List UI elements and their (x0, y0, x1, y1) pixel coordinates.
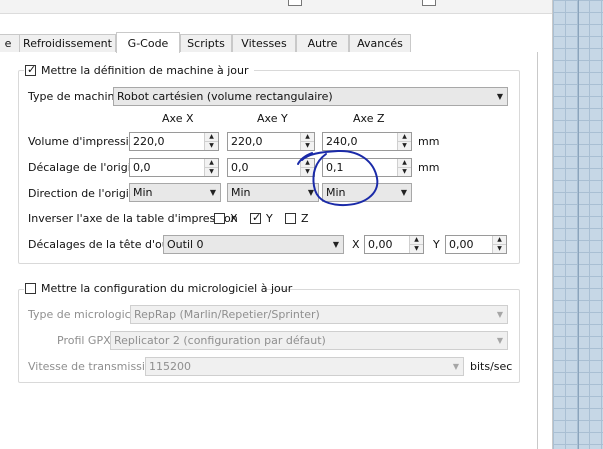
top-checkbox-1[interactable] (288, 0, 302, 6)
tab-refroidissement[interactable]: Refroidissement (19, 34, 116, 52)
checkmark-icon: ✓ (27, 63, 37, 76)
tool-select[interactable]: Outil 0 ▼ (163, 235, 344, 254)
invert-y-checkbox[interactable]: ✓ (250, 211, 262, 224)
machine-type-select[interactable]: Robot cartésien (volume rectangulaire) ▼ (113, 87, 508, 106)
firmware-type-label: Type de micrologiciel (28, 308, 144, 321)
origin-offset-label: Décalage de l'origine (28, 161, 145, 174)
spin-down-icon[interactable]: ▼ (398, 167, 411, 176)
invert-x-checkbox[interactable] (214, 213, 225, 224)
chevron-down-icon: ▼ (400, 188, 407, 197)
tab-scripts[interactable]: Scripts (180, 34, 232, 52)
checkmark-icon: ✓ (252, 211, 262, 224)
gpx-profile-select[interactable]: Replicator 2 (configuration par défaut) … (110, 331, 508, 350)
spin-up-icon[interactable]: ▲ (205, 133, 218, 141)
origin-offset-y-value: 0,0 (231, 161, 249, 174)
spin-up-icon[interactable]: ▲ (205, 159, 218, 167)
tab-gcode[interactable]: G-Code (116, 32, 180, 53)
hand-drawn-circle-annotation (297, 149, 379, 207)
chevron-down-icon: ▼ (496, 336, 503, 345)
update-firmware-checkbox[interactable] (25, 283, 36, 294)
invert-x-label: X (230, 212, 238, 225)
chevron-down-icon: ▼ (452, 362, 459, 371)
spin-down-icon[interactable]: ▼ (398, 141, 411, 150)
origin-offset-unit: mm (418, 161, 440, 174)
chevron-down-icon: ▼ (332, 240, 339, 249)
chevron-down-icon: ▼ (496, 310, 503, 319)
baud-rate-label: Vitesse de transmission (28, 360, 159, 373)
tab-label: Refroidissement (23, 37, 112, 50)
tab-label: Scripts (187, 37, 225, 50)
tab-partial[interactable]: e (0, 34, 20, 52)
invert-bed-label: Inverser l'axe de la table d'impression (28, 212, 238, 225)
tab-label: G-Code (127, 37, 169, 50)
top-strip (0, 0, 552, 14)
spin-buttons[interactable]: ▲ ▼ (204, 133, 218, 150)
tool-offset-x-label: X (352, 238, 360, 251)
update-firmware-label: Mettre la configuration du micrologiciel… (41, 282, 293, 295)
tab-label: e (4, 37, 12, 50)
baud-rate-value: 115200 (149, 360, 191, 373)
chevron-down-icon: ▼ (496, 92, 503, 101)
spin-down-icon[interactable]: ▼ (205, 167, 218, 176)
machine-group-title: ✓ Mettre la définition de machine à jour (24, 63, 254, 79)
axis-z-header: Axe Z (353, 112, 385, 125)
spin-up-icon[interactable]: ▲ (410, 236, 423, 244)
spin-buttons[interactable]: ▲ ▼ (397, 133, 411, 150)
spin-buttons[interactable]: ▲ ▼ (409, 236, 423, 253)
tab-label: Autre (307, 37, 338, 50)
build-volume-x-value: 220,0 (133, 135, 165, 148)
tool-offset-y-label: Y (433, 238, 440, 251)
firmware-type-value: RepRap (Marlin/Repetier/Sprinter) (134, 308, 320, 321)
top-checkbox-2[interactable] (422, 0, 436, 6)
tab-avances[interactable]: Avancés (349, 34, 411, 52)
gpx-profile-value: Replicator 2 (configuration par défaut) (114, 334, 326, 347)
spin-down-icon[interactable]: ▼ (205, 141, 218, 150)
chevron-down-icon: ▼ (209, 188, 216, 197)
viewport-edge (578, 0, 579, 449)
tab-label: Vitesses (241, 37, 287, 50)
tool-offsets-label: Décalages de la tête d'outil (28, 238, 180, 251)
origin-offset-x-input[interactable]: 0,0 ▲ ▼ (129, 158, 219, 177)
machine-type-value: Robot cartésien (volume rectangulaire) (117, 90, 333, 103)
spin-up-icon[interactable]: ▲ (398, 159, 411, 167)
build-volume-x-input[interactable]: 220,0 ▲ ▼ (129, 132, 219, 151)
build-volume-y-value: 220,0 (231, 135, 263, 148)
build-volume-unit: mm (418, 135, 440, 148)
tool-offset-y-value: 0,00 (449, 238, 474, 251)
tool-offset-y-input[interactable]: 0,00 ▲ ▼ (445, 235, 507, 254)
build-volume-label: Volume d'impression (28, 135, 143, 148)
origin-direction-label: Direction de l'origine (28, 187, 143, 200)
spin-buttons[interactable]: ▲ ▼ (204, 159, 218, 176)
firmware-group-title: Mettre la configuration du micrologiciel… (24, 281, 292, 297)
origin-offset-x-value: 0,0 (133, 161, 151, 174)
gpx-profile-label: Profil GPX (57, 334, 111, 347)
tool-value: Outil 0 (167, 238, 204, 251)
spin-down-icon[interactable]: ▼ (410, 244, 423, 253)
machine-type-label: Type de machine (28, 90, 122, 103)
tab-label: Avancés (357, 37, 403, 50)
origin-direction-y-value: Min (231, 186, 251, 199)
spin-buttons[interactable]: ▲ ▼ (492, 236, 506, 253)
tool-offset-x-value: 0,00 (368, 238, 393, 251)
update-machine-label: Mettre la définition de machine à jour (41, 64, 249, 77)
axis-x-header: Axe X (162, 112, 194, 125)
spin-up-icon[interactable]: ▲ (493, 236, 506, 244)
spin-buttons[interactable]: ▲ ▼ (397, 159, 411, 176)
invert-y-label: Y (266, 212, 273, 225)
baud-rate-unit: bits/sec (470, 360, 513, 373)
tab-autre[interactable]: Autre (296, 34, 349, 52)
update-machine-checkbox[interactable]: ✓ (25, 63, 37, 76)
tab-vitesses[interactable]: Vitesses (232, 34, 296, 52)
baud-rate-select[interactable]: 115200 ▼ (145, 357, 464, 376)
spin-down-icon[interactable]: ▼ (493, 244, 506, 253)
axis-y-header: Axe Y (257, 112, 288, 125)
firmware-type-select[interactable]: RepRap (Marlin/Repetier/Sprinter) ▼ (130, 305, 508, 324)
spin-up-icon[interactable]: ▲ (398, 133, 411, 141)
origin-direction-x-value: Min (133, 186, 153, 199)
tool-offset-x-input[interactable]: 0,00 ▲ ▼ (364, 235, 424, 254)
origin-direction-x-select[interactable]: Min ▼ (129, 183, 221, 202)
